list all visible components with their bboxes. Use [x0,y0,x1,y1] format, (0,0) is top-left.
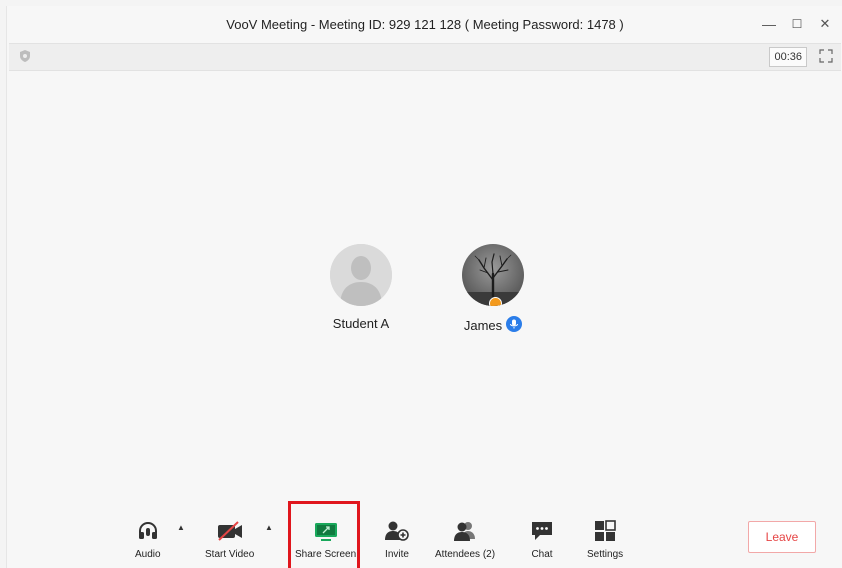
fullscreen-icon[interactable] [819,49,833,68]
meeting-window: VooV Meeting - Meeting ID: 929 121 128 (… [6,6,842,568]
headset-icon [137,517,159,545]
chat-label: Chat [531,549,553,560]
maximize-button[interactable]: ☐ [783,12,811,36]
participant-tile[interactable]: Student A [301,244,421,331]
invite-label: Invite [385,549,409,560]
host-badge-icon [489,297,502,306]
chat-button[interactable]: Chat [530,517,554,560]
meeting-info-bar: 00:36 [9,43,841,71]
meeting-toolbar: Audio ▲ Start Video ▲ Share Screen Invit… [7,501,842,568]
participant-tile[interactable]: James [433,244,553,335]
window-controls: — ☐ ✕ [755,12,839,36]
minimize-button[interactable]: — [755,12,783,36]
participant-name-text: Student A [332,316,390,331]
start-video-label: Start Video [205,549,255,560]
title-bar: VooV Meeting - Meeting ID: 929 121 128 (… [7,6,842,42]
share-screen-button[interactable]: Share Screen [295,517,356,560]
share-screen-icon [313,517,339,545]
window-title: VooV Meeting - Meeting ID: 929 121 128 (… [226,16,624,32]
start-video-button[interactable]: Start Video [205,517,254,560]
attendees-button[interactable]: Attendees (2) [435,517,495,560]
attendees-label: Attendees (2) [435,549,496,560]
video-stage: Student A James [7,70,842,496]
participant-name: Student A [333,316,389,331]
tree-photo-avatar [462,244,524,306]
add-user-icon [384,517,410,545]
chat-icon [530,517,554,545]
audio-options-caret-icon[interactable]: ▲ [177,523,185,532]
settings-label: Settings [587,549,624,560]
settings-button[interactable]: Settings [587,517,623,560]
video-off-icon [216,517,244,545]
audio-label: Audio [135,549,161,560]
security-shield-icon[interactable] [19,49,31,68]
audio-button[interactable]: Audio [135,517,161,560]
settings-grid-icon [593,517,617,545]
participant-name: James [463,316,523,335]
leave-button[interactable]: Leave [748,521,816,553]
meeting-timer: 00:36 [769,47,807,67]
default-person-avatar [330,244,392,306]
invite-button[interactable]: Invite [384,517,410,560]
share-screen-label: Share Screen [295,549,357,560]
close-button[interactable]: ✕ [811,12,839,36]
attendees-icon [452,517,478,545]
video-options-caret-icon[interactable]: ▲ [265,523,273,532]
participant-name-text: James [463,318,503,333]
microphone-on-icon [506,316,523,335]
